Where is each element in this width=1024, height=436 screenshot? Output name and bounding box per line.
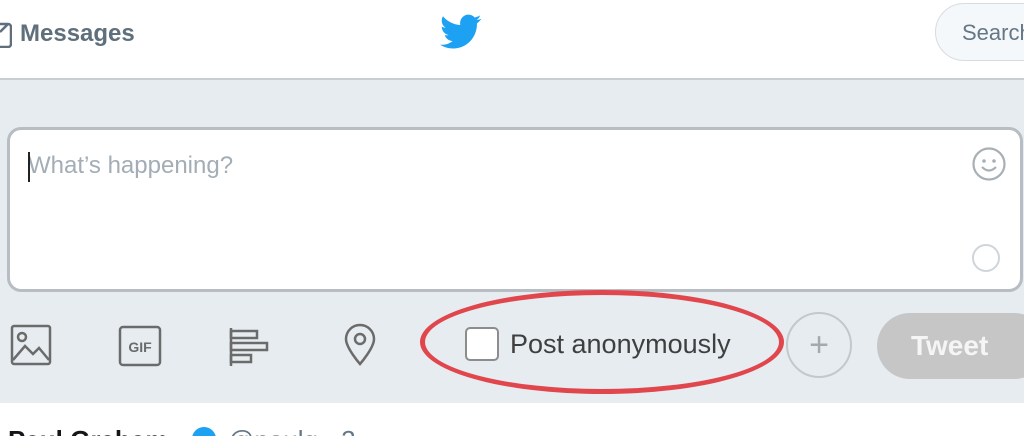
add-tweet-button[interactable]: + [786,312,852,378]
twitter-bird-icon[interactable] [440,14,482,50]
gif-icon-text: GIF [128,339,152,355]
feed-author-name[interactable]: Paul Graham [8,425,168,436]
top-navigation-bar: Messages [0,0,1024,80]
image-icon[interactable] [10,324,52,366]
timeline-feed: Paul Graham @paulg · 2 [0,403,1024,436]
tweet-button[interactable]: Tweet [877,313,1024,379]
poll-icon[interactable] [228,326,272,368]
post-anonymously-option[interactable]: Post anonymously [465,327,731,361]
verified-badge-icon [192,427,216,436]
tweet-composer[interactable] [7,127,1023,292]
gif-icon[interactable]: GIF [118,325,162,367]
search-input[interactable] [962,20,1024,46]
search-box[interactable] [935,3,1024,61]
post-anonymously-checkbox[interactable] [465,327,499,361]
emoji-icon[interactable] [971,146,1007,182]
post-anonymously-label: Post anonymously [510,328,731,359]
compose-input[interactable] [28,152,948,192]
messages-icon [0,22,12,48]
character-counter [972,244,1000,272]
location-icon[interactable] [342,322,378,366]
nav-messages-label: Messages [20,20,135,47]
feed-author-handle: @paulg · 2 [228,425,356,436]
nav-messages[interactable]: Messages [0,16,135,52]
text-caret [28,152,30,182]
